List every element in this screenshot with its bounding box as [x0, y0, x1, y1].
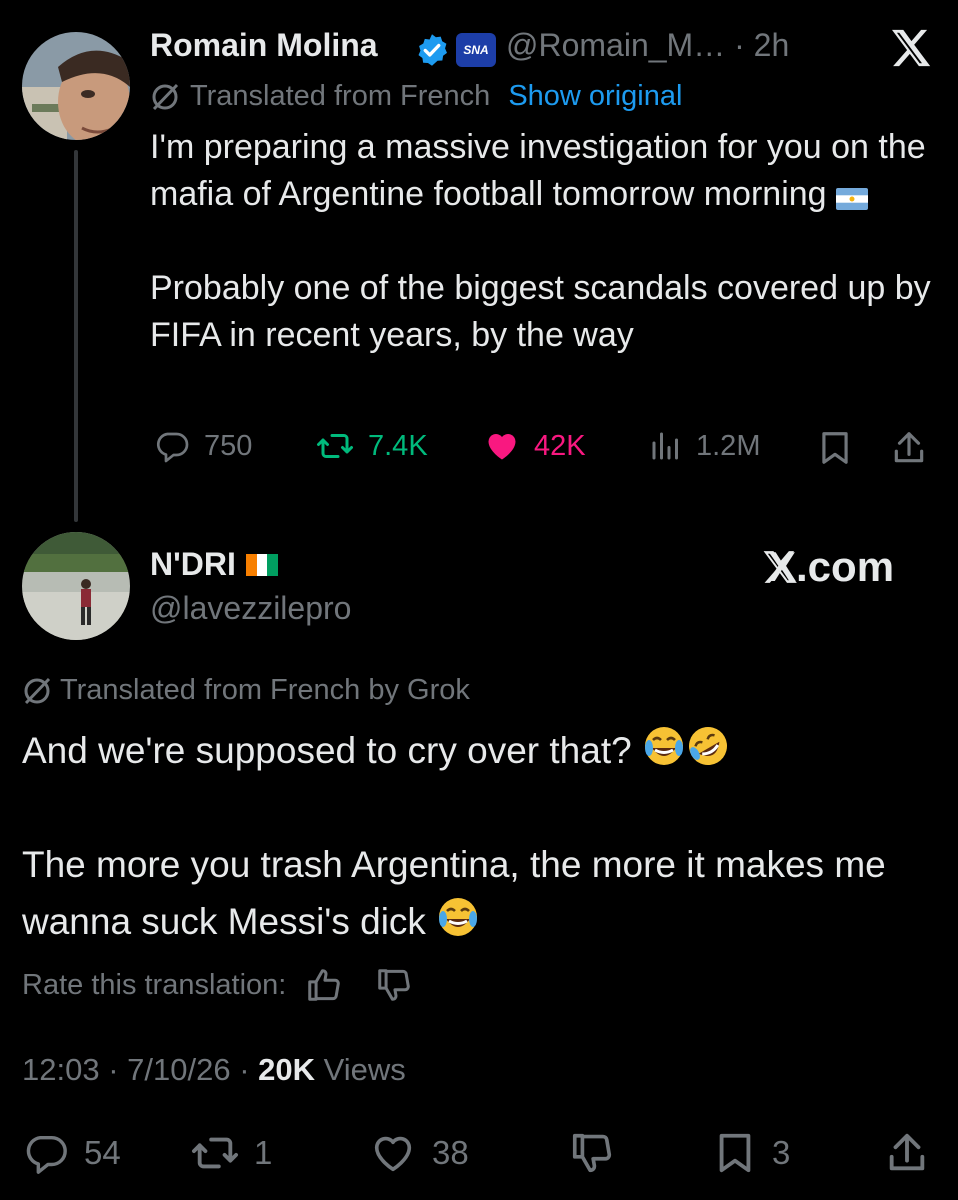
reply-bookmark-icon [712, 1130, 758, 1176]
reply-paragraph-2: The more you trash Argentina, the more i… [22, 836, 942, 950]
reply-bookmark-button[interactable]: 3 [712, 1130, 790, 1176]
translated-label: Translated from French [190, 80, 491, 112]
like-count: 42K [534, 429, 586, 462]
reply-count: 750 [204, 429, 253, 462]
share-icon [890, 428, 928, 468]
reply-paragraph-1: And we're supposed to cry over that? [22, 722, 942, 779]
separator-dot-1: · [99, 1052, 128, 1087]
reply-repost-count: 1 [254, 1134, 273, 1171]
verified-badge-icon [414, 32, 450, 68]
tweet-time: 2h [753, 27, 790, 63]
reply-views-count: 20K [258, 1052, 316, 1087]
reply-author-name[interactable]: N'DRI [150, 546, 278, 583]
watermark-text: X.com [768, 543, 895, 590]
reply-reply-button[interactable]: 54 [22, 1130, 121, 1176]
reply-repost-button[interactable]: 1 [188, 1130, 272, 1176]
ivory-coast-flag-icon [245, 553, 278, 576]
reply-share-icon [884, 1130, 930, 1176]
like-icon [480, 428, 524, 464]
timestamp-row: 12:03 · 7/10/26 · 20K Views [22, 1052, 406, 1088]
reply-bookmark-count: 3 [772, 1134, 791, 1171]
original-action-bar: 750 7.4K 42K 1.2M [150, 428, 940, 468]
reply-like-count: 38 [432, 1134, 469, 1171]
org-badge-text: SNA [463, 43, 489, 57]
views-count: 1.2M [696, 429, 761, 462]
rate-label: Rate this translation: [22, 968, 287, 1001]
reply-button[interactable]: 750 [150, 428, 252, 464]
bookmark-button[interactable] [816, 428, 854, 468]
tweet-text: I'm preparing a massive investigation fo… [150, 124, 940, 359]
reply-translated-label: Translated from French by Grok [60, 674, 470, 706]
thumbs-up-icon[interactable] [304, 966, 344, 1004]
bookmark-icon [816, 428, 854, 468]
reply-p1-text: And we're supposed to cry over that? [22, 730, 632, 771]
reply-text: And we're supposed to cry over that? The… [22, 722, 942, 950]
translate-icon [150, 82, 180, 112]
reply-action-bar: 54 1 38 3 [22, 1130, 942, 1180]
repost-button[interactable]: 7.4K [312, 428, 428, 464]
author-name[interactable]: Romain Molina [150, 27, 378, 64]
show-original-link[interactable]: Show original [508, 80, 682, 113]
reply-author-name-text: N'DRI [150, 546, 236, 582]
reply-translate-icon [22, 676, 52, 706]
rate-translation: Rate this translation: [22, 966, 414, 1004]
reply-dislike-button[interactable] [568, 1130, 616, 1176]
reply-like-icon [368, 1130, 418, 1176]
argentina-flag-icon [836, 188, 869, 210]
share-button[interactable] [890, 428, 928, 468]
reply-share-button[interactable] [884, 1130, 930, 1176]
translated-notice: Translated from French Show original [150, 80, 682, 113]
tweet-paragraph-2: Probably one of the biggest scandals cov… [150, 269, 931, 354]
views-icon [646, 428, 686, 464]
rofl-emoji-icon [686, 724, 730, 768]
reply-repost-icon [188, 1130, 242, 1176]
tweet-paragraph-1: I'm preparing a massive investigation fo… [150, 124, 940, 218]
reply-reply-icon [22, 1130, 70, 1176]
x-logo-icon[interactable] [890, 28, 934, 68]
laughing-tears-emoji-icon [642, 724, 686, 768]
reply-time[interactable]: 12:03 [22, 1052, 100, 1087]
xcom-watermark: X.com [762, 543, 894, 591]
reply-like-button[interactable]: 38 [368, 1130, 469, 1176]
reply-translated-notice: Translated from French by Grok [22, 674, 470, 707]
reply-views-label: Views [323, 1052, 406, 1087]
repost-count: 7.4K [368, 429, 428, 462]
repost-icon [312, 428, 358, 464]
tweet-p1-text: I'm preparing a massive investigation fo… [150, 128, 926, 213]
separator-dot: · [734, 27, 745, 63]
handle-text: @Romain_M… [506, 27, 726, 63]
reply-date[interactable]: 7/10/26 [127, 1052, 230, 1087]
like-button[interactable]: 42K [480, 428, 586, 464]
avatar-romain[interactable] [22, 32, 130, 140]
org-badge-icon: SNA [456, 33, 496, 67]
author-handle[interactable]: @Romain_M… · 2h [506, 27, 789, 64]
laughing-tears-emoji-icon-2 [436, 895, 480, 939]
reply-author-handle[interactable]: @lavezzilepro [150, 590, 351, 627]
thread-line [74, 150, 78, 522]
thumbs-down-icon[interactable] [374, 966, 414, 1004]
separator-dot-2: · [230, 1052, 259, 1087]
avatar-ndri[interactable] [22, 532, 130, 640]
reply-icon [150, 428, 194, 464]
reply-reply-count: 54 [84, 1134, 121, 1171]
reply-thumbs-down-icon [568, 1130, 616, 1176]
views-button[interactable]: 1.2M [646, 428, 760, 464]
